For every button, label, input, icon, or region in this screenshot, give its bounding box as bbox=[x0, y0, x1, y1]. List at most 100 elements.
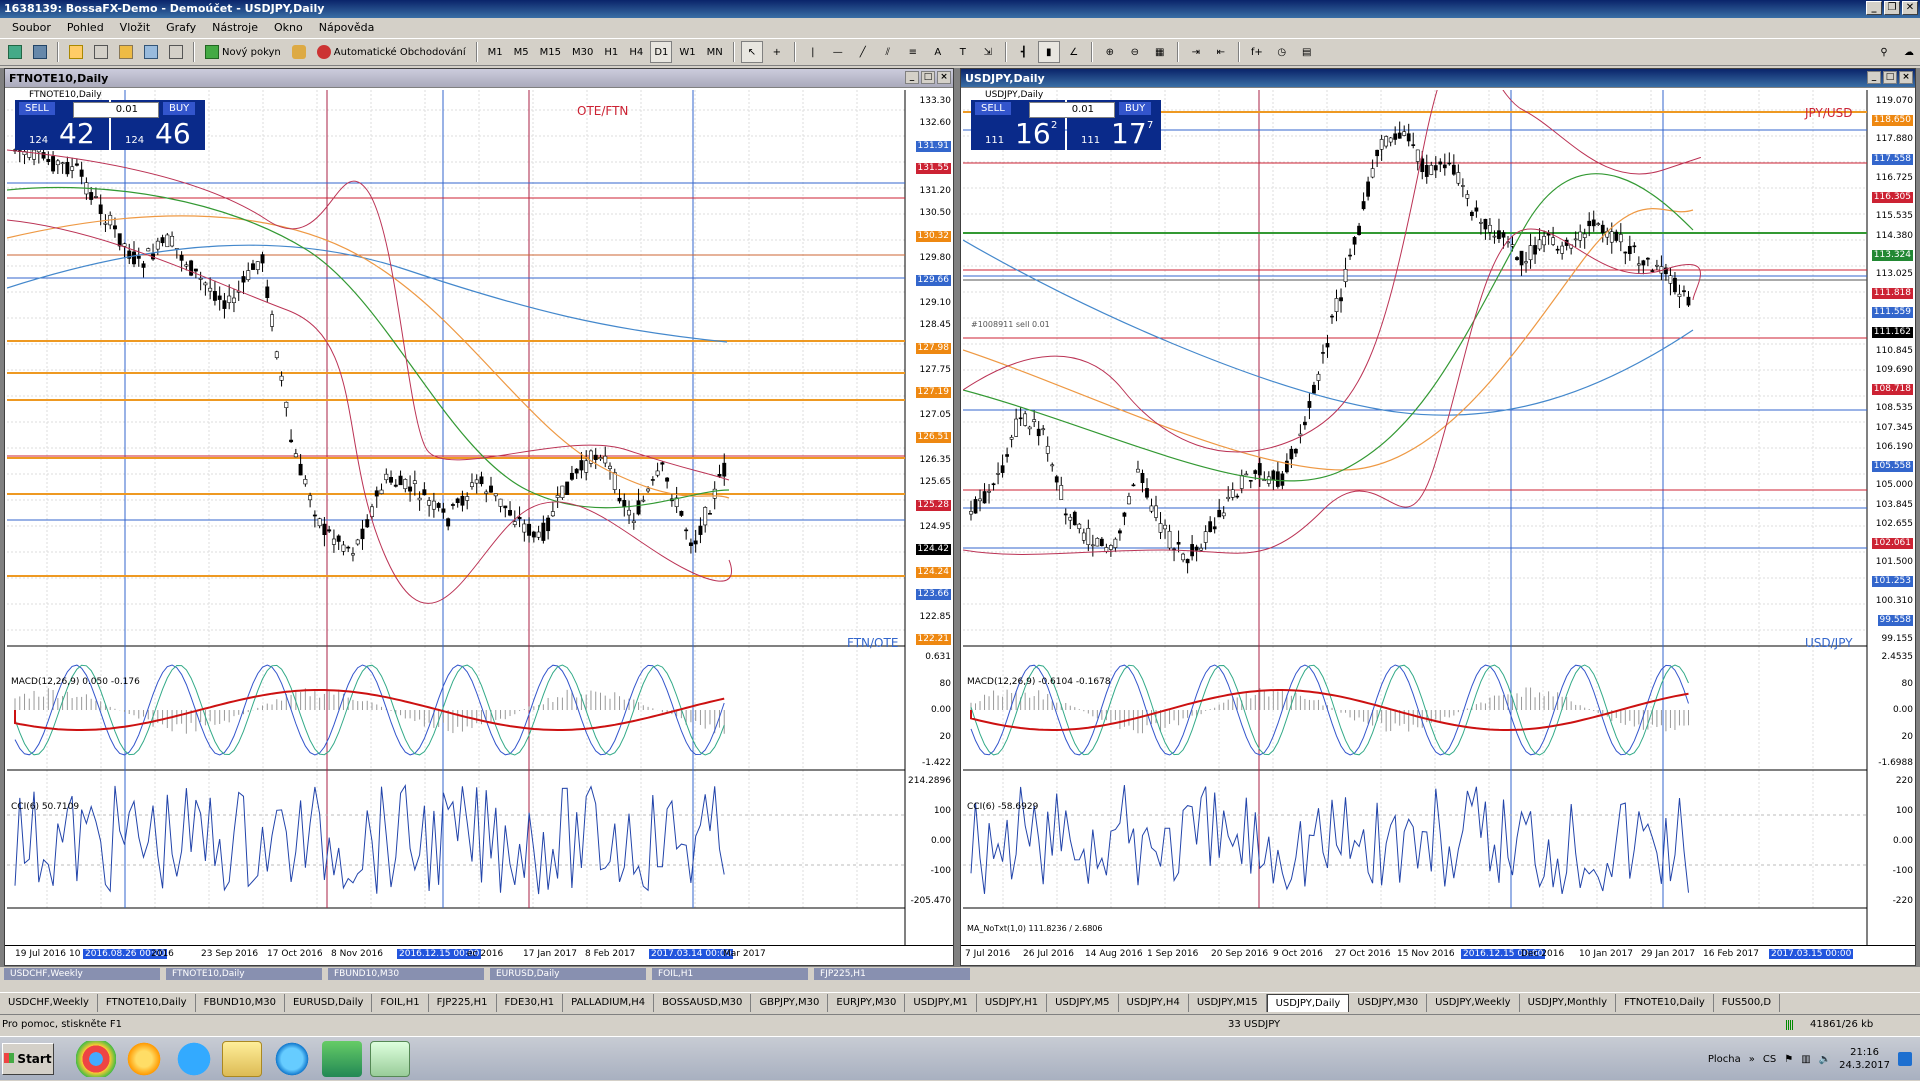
templates-icon[interactable]: ▤ bbox=[1296, 41, 1318, 63]
chart-tab[interactable]: FDE30,H1 bbox=[497, 993, 564, 1012]
buy-button[interactable]: BUY bbox=[163, 102, 196, 115]
tile-windows-icon[interactable]: ▦ bbox=[1149, 41, 1171, 63]
start-button[interactable]: Start bbox=[2, 1043, 54, 1075]
close-button[interactable]: ✕ bbox=[1902, 1, 1918, 15]
timeframe-w1[interactable]: W1 bbox=[675, 41, 699, 63]
lot-size-input[interactable]: 0.01 bbox=[73, 102, 159, 118]
chart-tab[interactable]: FTNOTE10,Daily bbox=[98, 993, 196, 1012]
strategy-tester-icon[interactable] bbox=[165, 41, 187, 63]
chevron-icon[interactable]: » bbox=[1749, 1054, 1755, 1065]
chart-tab[interactable]: BOSSAUSD,M30 bbox=[654, 993, 752, 1012]
chart-tab[interactable]: USDJPY,Daily bbox=[1266, 993, 1350, 1012]
clock[interactable]: 21:16 24.3.2017 bbox=[1839, 1046, 1890, 1072]
language-indicator[interactable]: CS bbox=[1763, 1054, 1776, 1065]
restore-button[interactable]: ❐ bbox=[1884, 1, 1900, 15]
auto-trading-button[interactable]: Automatické Obchodování bbox=[313, 41, 470, 63]
minimized-chart-window[interactable]: EURUSD,Daily bbox=[490, 968, 646, 980]
vertical-line-icon[interactable]: | bbox=[802, 41, 824, 63]
chart-tab[interactable]: GBPJPY,M30 bbox=[751, 993, 829, 1012]
zoom-in-icon[interactable]: ⊕ bbox=[1099, 41, 1121, 63]
menu-tools[interactable]: Nástroje bbox=[204, 21, 266, 34]
chart-tab[interactable]: FOIL,H1 bbox=[372, 993, 429, 1012]
chart-close-button[interactable]: × bbox=[937, 71, 951, 84]
chart-tab[interactable]: FTNOTE10,Daily bbox=[1616, 993, 1714, 1012]
chart-tab[interactable]: USDJPY,M30 bbox=[1349, 993, 1428, 1012]
timeframe-mn[interactable]: MN bbox=[703, 41, 727, 63]
explorer-icon[interactable] bbox=[222, 1041, 262, 1077]
bar-chart-icon[interactable]: ┫ bbox=[1013, 41, 1035, 63]
search-icon[interactable]: ⚲ bbox=[1873, 41, 1895, 63]
chart-tab[interactable]: FJP225,H1 bbox=[429, 993, 497, 1012]
minimized-chart-window[interactable]: FBUND10,M30 bbox=[328, 968, 484, 980]
chart-tab[interactable]: USDJPY,H1 bbox=[977, 993, 1048, 1012]
app-icon[interactable] bbox=[124, 1041, 164, 1077]
menu-view[interactable]: Pohled bbox=[59, 21, 112, 34]
chart-shift-icon[interactable]: ⇤ bbox=[1210, 41, 1232, 63]
chart-tab[interactable]: USDCHF,Weekly bbox=[0, 993, 98, 1012]
equidistant-channel-icon[interactable]: ⫽ bbox=[877, 41, 899, 63]
data-window-icon[interactable] bbox=[90, 41, 112, 63]
navigator-icon[interactable] bbox=[115, 41, 137, 63]
volume-icon[interactable]: 🔊 bbox=[1819, 1054, 1831, 1065]
minimized-chart-window[interactable]: FTNOTE10,Daily bbox=[166, 968, 322, 980]
app-icon[interactable] bbox=[322, 1041, 362, 1077]
arrows-icon[interactable]: ⇲ bbox=[977, 41, 999, 63]
chart-tab[interactable]: EURJPY,M30 bbox=[828, 993, 906, 1012]
chart-tab[interactable]: USDJPY,M5 bbox=[1047, 993, 1119, 1012]
chart-tab[interactable]: FUS500,D bbox=[1714, 993, 1781, 1012]
menu-charts[interactable]: Grafy bbox=[158, 21, 204, 34]
chat-icon[interactable]: ☁ bbox=[1898, 41, 1920, 63]
chrome-icon[interactable] bbox=[76, 1041, 116, 1077]
timeframe-d1[interactable]: D1 bbox=[650, 41, 673, 63]
flag-icon[interactable]: ⚑ bbox=[1784, 1054, 1793, 1065]
chart-close-button[interactable]: × bbox=[1899, 71, 1913, 84]
metaeditor-icon[interactable] bbox=[288, 41, 310, 63]
sell-button[interactable]: SELL bbox=[975, 102, 1011, 115]
chart-window-title[interactable]: USDJPY,Daily _ □ × bbox=[961, 69, 1915, 88]
desktop-button[interactable]: Plocha bbox=[1708, 1054, 1741, 1065]
buy-button[interactable]: BUY bbox=[1119, 102, 1152, 115]
new-chart-icon[interactable] bbox=[4, 41, 26, 63]
chart-tab[interactable]: USDJPY,M1 bbox=[905, 993, 977, 1012]
chart-minimize-button[interactable]: _ bbox=[905, 71, 919, 84]
chart-tab[interactable]: FBUND10,M30 bbox=[196, 993, 285, 1012]
timeframe-m1[interactable]: M1 bbox=[484, 41, 507, 63]
menu-window[interactable]: Okno bbox=[266, 21, 311, 34]
fibonacci-icon[interactable]: ≡ bbox=[902, 41, 924, 63]
lot-size-input[interactable]: 0.01 bbox=[1029, 102, 1115, 118]
horizontal-line-icon[interactable]: — bbox=[827, 41, 849, 63]
chart-maximize-button[interactable]: □ bbox=[921, 71, 935, 84]
timeframe-m15[interactable]: M15 bbox=[536, 41, 565, 63]
autoscroll-icon[interactable]: ⇥ bbox=[1185, 41, 1207, 63]
chart-window-ftnote10[interactable]: FTNOTE10,Daily _ □ × FTNOTE10,Daily SELL 1… bbox=[4, 68, 954, 966]
line-chart-icon[interactable]: ∠ bbox=[1063, 41, 1085, 63]
minimized-chart-window[interactable]: USDCHF,Weekly bbox=[4, 968, 160, 980]
chart-maximize-button[interactable]: □ bbox=[1883, 71, 1897, 84]
price-chart-area[interactable]: USDJPY,Daily SELL 111 16 2 BUY 111 17 7 … bbox=[963, 90, 1913, 947]
minimized-chart-window[interactable]: FOIL,H1 bbox=[652, 968, 808, 980]
timeframe-m30[interactable]: M30 bbox=[568, 41, 597, 63]
chart-tab[interactable]: USDJPY,Weekly bbox=[1427, 993, 1520, 1012]
timeframe-h1[interactable]: H1 bbox=[600, 41, 622, 63]
menu-file[interactable]: Soubor bbox=[4, 21, 59, 34]
timeframe-h4[interactable]: H4 bbox=[625, 41, 647, 63]
trendline-icon[interactable]: ╱ bbox=[852, 41, 874, 63]
chart-tab[interactable]: USDJPY,H4 bbox=[1119, 993, 1189, 1012]
crosshair-icon[interactable]: + bbox=[766, 41, 788, 63]
timeframe-m5[interactable]: M5 bbox=[510, 41, 533, 63]
terminal-icon[interactable] bbox=[140, 41, 162, 63]
indicators-icon[interactable]: f+ bbox=[1246, 41, 1268, 63]
text-label-icon[interactable]: T bbox=[952, 41, 974, 63]
candlestick-icon[interactable]: ▮ bbox=[1037, 41, 1060, 63]
sell-button[interactable]: SELL bbox=[19, 102, 55, 115]
chart-window-title[interactable]: FTNOTE10,Daily _ □ × bbox=[5, 69, 953, 88]
periodicity-icon[interactable]: ◷ bbox=[1271, 41, 1293, 63]
minimize-button[interactable]: _ bbox=[1866, 1, 1882, 15]
network-icon[interactable]: ▥ bbox=[1801, 1054, 1810, 1065]
chart-tab[interactable]: EURUSD,Daily bbox=[285, 993, 373, 1012]
market-watch-icon[interactable] bbox=[65, 41, 87, 63]
text-icon[interactable]: A bbox=[927, 41, 949, 63]
cursor-icon[interactable]: ↖ bbox=[740, 41, 763, 63]
chart-tab[interactable]: USDJPY,Monthly bbox=[1520, 993, 1617, 1012]
notification-icon[interactable] bbox=[1898, 1052, 1912, 1066]
